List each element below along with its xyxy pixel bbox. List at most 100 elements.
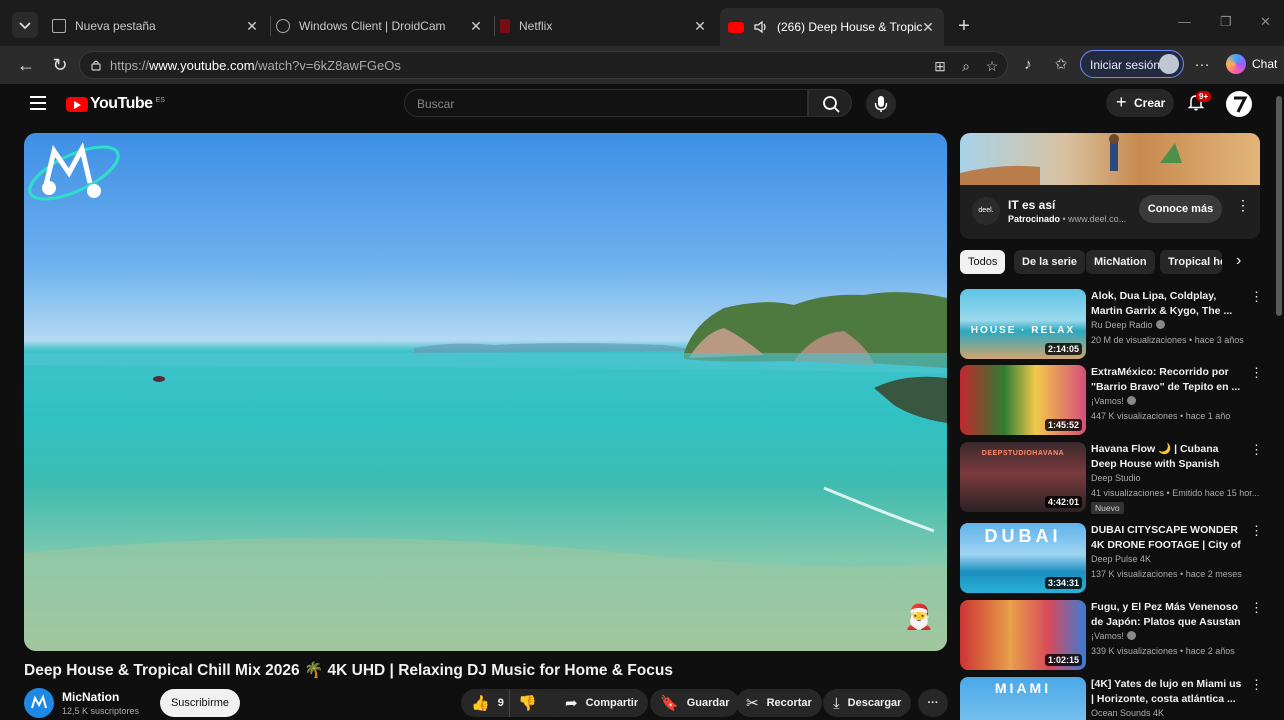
back-arrow-icon[interactable]: ← xyxy=(15,54,37,76)
plus-icon: + xyxy=(1116,92,1127,112)
share-label: Compartir xyxy=(585,697,639,709)
rec-channel: Ru Deep Radio xyxy=(1091,320,1165,330)
duration-badge: 2:14:05 xyxy=(1044,343,1082,355)
address-bar[interactable]: https://www.youtube.com/watch?v=6kZ8awFG… xyxy=(79,51,1008,79)
more-actions-button[interactable]: ··· xyxy=(918,689,948,717)
close-tab-icon[interactable]: ✕ xyxy=(692,18,708,34)
app-available-icon[interactable]: ⊞ xyxy=(931,57,949,75)
rec-meta: 41 visualizaciones • Emitido hace 15 hor… xyxy=(1091,488,1260,498)
tab-label: Netflix xyxy=(519,19,553,33)
search-input[interactable]: Buscar xyxy=(404,89,808,117)
video-thumbnail[interactable]: MIAMI xyxy=(960,677,1086,720)
close-tab-icon[interactable]: ✕ xyxy=(244,18,260,34)
tab-new-tab[interactable]: Nueva pestaña ✕ xyxy=(52,10,268,42)
duration-badge: 4:42:01 xyxy=(1044,496,1082,508)
chip-series[interactable]: De la serie xyxy=(1014,250,1086,274)
youtube-logo[interactable]: YouTube ES xyxy=(66,95,165,113)
video-player[interactable]: 🎅 xyxy=(24,133,947,651)
maximize-icon[interactable]: ❐ xyxy=(1220,14,1232,30)
more-menu-icon[interactable]: ··· xyxy=(1192,55,1212,75)
save-label: Guardar xyxy=(686,697,730,709)
deel-logo: deel. xyxy=(972,197,1000,225)
video-thumbnail[interactable]: 1:45:52 xyxy=(960,365,1086,435)
download-label: Descargar xyxy=(847,697,902,709)
subscribe-button[interactable]: Suscribirme xyxy=(160,689,240,717)
new-tab-plus-icon[interactable]: + xyxy=(953,15,975,37)
rec-title: [4K] Yates de lujo en Miami us | Horizon… xyxy=(1091,678,1242,705)
extensions-icon[interactable]: ♪ xyxy=(1018,55,1038,75)
search-button[interactable] xyxy=(808,89,852,117)
share-button[interactable]: ➦ Compartir xyxy=(555,689,649,717)
recommendation-item[interactable]: MIAMI [4K] Yates de lujo en Miami us | H… xyxy=(960,677,1260,720)
more-vertical-icon[interactable]: ⋮ xyxy=(1250,523,1263,539)
user-avatar[interactable] xyxy=(1226,91,1252,117)
clip-button[interactable]: ✂ Recortar xyxy=(736,689,822,717)
favorite-star-icon[interactable]: ☆ xyxy=(983,57,1001,75)
window-close-icon[interactable]: ✕ xyxy=(1260,14,1271,30)
tab-youtube-active[interactable]: (266) Deep House & Tropical Chill Mix 20… xyxy=(720,8,944,46)
dislike-button[interactable]: 👎 xyxy=(509,689,547,717)
create-button[interactable]: + Crear xyxy=(1106,89,1174,117)
sponsored-ad-card[interactable]: deel. IT es así Patrocinado • www.deel.c… xyxy=(960,133,1260,239)
tab-separator xyxy=(270,16,271,36)
ad-cta-button[interactable]: Conoce más xyxy=(1139,195,1222,223)
create-label: Crear xyxy=(1134,96,1166,110)
thumbnail-text: DEEPSTUDIOHAVANA xyxy=(981,450,1065,457)
clip-label: Recortar xyxy=(766,697,812,709)
video-frame-scenery xyxy=(24,292,947,651)
copilot-chat-button[interactable]: Chat xyxy=(1226,54,1277,74)
chevron-right-icon[interactable]: › xyxy=(1236,252,1241,270)
more-vertical-icon[interactable]: ⋮ xyxy=(1250,442,1263,458)
save-button[interactable]: 🔖 Guardar xyxy=(650,689,740,717)
video-thumbnail[interactable]: DEEPSTUDIOHAVANA 4:42:01 xyxy=(960,442,1086,512)
thumbnail-text: DUBAI xyxy=(984,526,1062,546)
recommendation-item[interactable]: HOUSE · RELAX 2:14:05 Alok, Dua Lipa, Co… xyxy=(960,289,1263,361)
favorites-icon[interactable]: ✩ xyxy=(1051,55,1071,75)
chat-label: Chat xyxy=(1252,57,1278,71)
zoom-icon[interactable]: ⌕ xyxy=(957,57,975,75)
close-tab-icon[interactable]: ✕ xyxy=(468,18,484,34)
recommendation-item[interactable]: DEEPSTUDIOHAVANA 4:42:01 Havana Flow 🌙 |… xyxy=(960,442,1263,514)
more-vertical-icon[interactable]: ⋮ xyxy=(1250,365,1263,381)
channel-avatar[interactable] xyxy=(24,688,54,718)
tab-netflix[interactable]: Netflix ✕ xyxy=(500,10,716,42)
close-tab-icon[interactable]: ✕ xyxy=(920,19,936,35)
tab-actions-chevron-icon[interactable] xyxy=(12,12,38,38)
rec-title: ExtraMéxico: Recorrido por "Barrio Bravo… xyxy=(1091,366,1241,393)
thumbs-down-icon: 👎 xyxy=(518,695,537,712)
download-button[interactable]: ⤓ Descargar xyxy=(823,689,912,717)
recommendation-item[interactable]: 1:02:15 Fugu, y El Pez Más Venenoso de J… xyxy=(960,600,1263,672)
more-vertical-icon[interactable]: ⋮ xyxy=(1250,677,1260,693)
duration-badge: 3:34:31 xyxy=(1044,577,1082,589)
tab-droidcam[interactable]: Windows Client | DroidCam ✕ xyxy=(276,10,492,42)
chip-tropical-house[interactable]: Tropical ho xyxy=(1160,250,1222,274)
recommendation-item[interactable]: 1:45:52 ExtraMéxico: Recorrido por "Barr… xyxy=(960,365,1263,437)
more-vertical-icon[interactable]: ⋮ xyxy=(1250,289,1263,305)
share-arrow-icon: ➦ xyxy=(565,695,578,712)
video-thumbnail[interactable]: HOUSE · RELAX 2:14:05 xyxy=(960,289,1086,359)
more-vertical-icon[interactable]: ⋮ xyxy=(1250,600,1263,616)
minimize-icon[interactable]: — xyxy=(1178,14,1191,29)
video-thumbnail[interactable]: DUBAI 3:34:31 xyxy=(960,523,1086,593)
signin-button[interactable]: Iniciar sesión xyxy=(1080,50,1184,78)
channel-name[interactable]: MicNation xyxy=(62,690,119,704)
chip-all[interactable]: Todos xyxy=(960,250,1006,274)
recommendation-item[interactable]: DUBAI 3:34:31 DUBAI CITYSCAPE WONDER 4K … xyxy=(960,523,1263,595)
tab-separator xyxy=(494,16,495,36)
page-scrollbar[interactable] xyxy=(1276,96,1282,316)
netflix-favicon-icon xyxy=(500,19,510,33)
thumbnail-text: MIAMI xyxy=(994,680,1052,696)
reload-icon[interactable]: ↻ xyxy=(49,54,71,76)
lock-icon[interactable] xyxy=(90,59,102,71)
menu-hamburger-icon[interactable] xyxy=(30,96,46,110)
ad-title: IT es así xyxy=(1008,198,1056,212)
ad-more-vertical-icon[interactable]: ⋮ xyxy=(1236,197,1250,214)
chip-micnation[interactable]: MicNation xyxy=(1086,250,1155,274)
video-thumbnail[interactable]: 1:02:15 xyxy=(960,600,1086,670)
audio-playing-icon[interactable] xyxy=(753,19,769,35)
tab-label: Nueva pestaña xyxy=(75,19,156,33)
voice-search-button[interactable] xyxy=(866,89,896,119)
signin-label: Iniciar sesión xyxy=(1090,58,1161,72)
rec-channel: Deep Studio xyxy=(1091,473,1141,483)
rec-title: Fugu, y El Pez Más Venenoso de Japón: Pl… xyxy=(1091,601,1241,628)
